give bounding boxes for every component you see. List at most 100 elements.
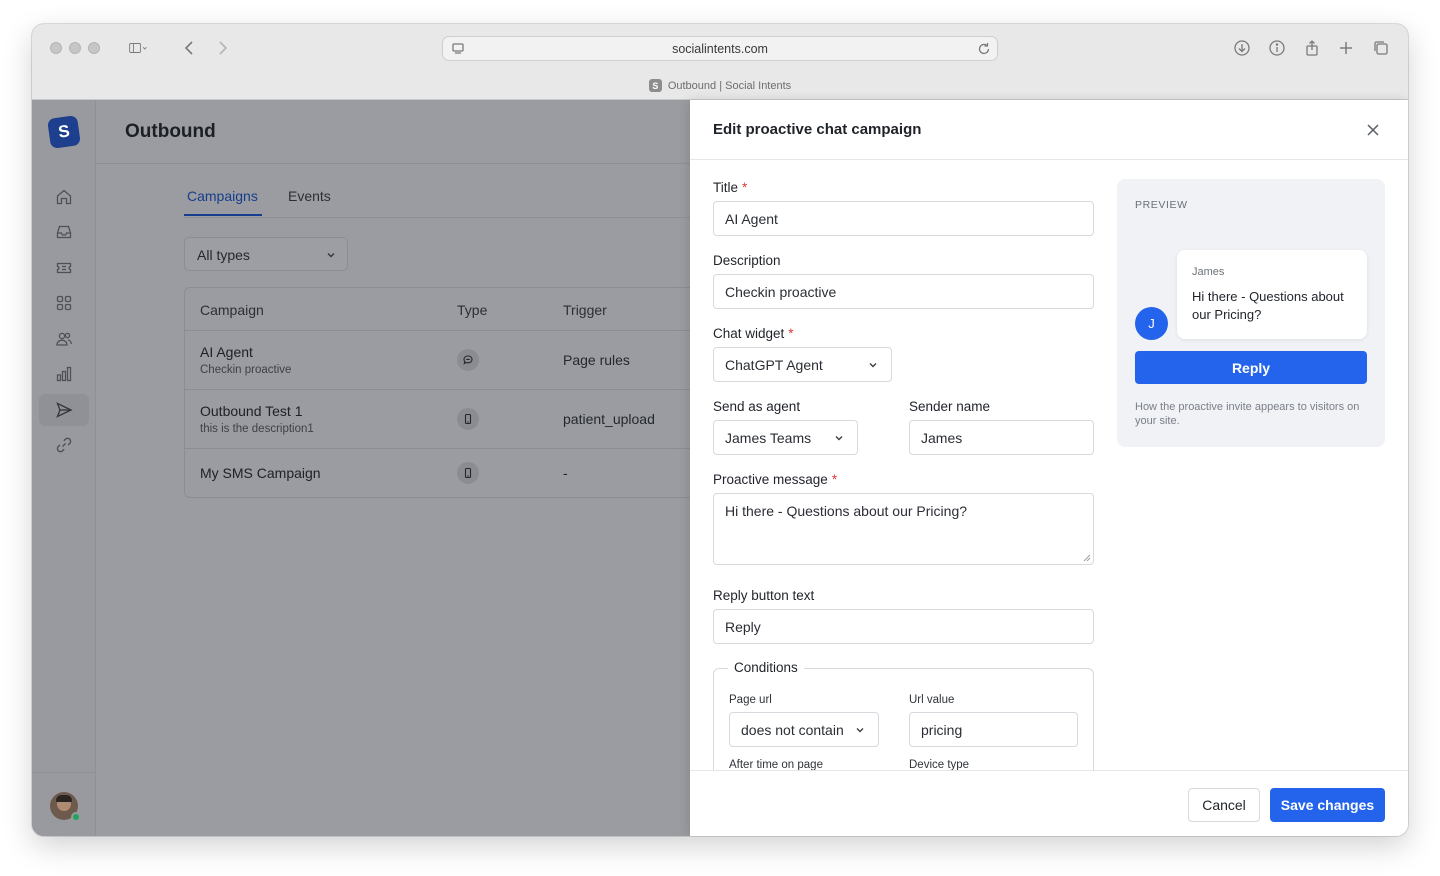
url-value-input[interactable]: pricing bbox=[909, 712, 1078, 747]
back-icon[interactable] bbox=[178, 36, 202, 60]
zoom-window-button[interactable] bbox=[88, 42, 100, 54]
chevron-down-icon bbox=[835, 436, 843, 441]
address-bar[interactable]: socialintents.com bbox=[442, 36, 998, 61]
browser-window: socialintents.com S Outbound | Social In… bbox=[32, 24, 1408, 836]
nav-apps[interactable] bbox=[39, 287, 89, 319]
active-tab[interactable]: S Outbound | Social Intents bbox=[32, 79, 1408, 92]
tabs: Campaigns Events bbox=[184, 182, 690, 218]
preview-card: PREVIEW James Hi there - Questions about… bbox=[1117, 179, 1385, 447]
preview-sender: James bbox=[1192, 266, 1225, 278]
browser-toolbar: socialintents.com S Outbound | Social In… bbox=[32, 24, 1408, 100]
chat-widget-select[interactable]: ChatGPT Agent bbox=[713, 347, 892, 382]
nav-users[interactable] bbox=[39, 323, 89, 355]
panel-header: Edit proactive chat campaign bbox=[690, 100, 1408, 160]
campaign-description: Checkin proactive bbox=[200, 364, 292, 376]
campaign-description: this is the description1 bbox=[200, 423, 314, 435]
phone-icon bbox=[457, 462, 479, 484]
title-label: Title * bbox=[713, 180, 748, 195]
tab-events[interactable]: Events bbox=[288, 188, 331, 204]
active-tab-indicator bbox=[184, 214, 262, 216]
tab-favicon-icon: S bbox=[648, 79, 662, 92]
resize-handle-icon[interactable] bbox=[1083, 554, 1091, 562]
reply-button-text-input[interactable]: Reply bbox=[713, 609, 1094, 644]
tab-overview-icon[interactable] bbox=[1369, 36, 1393, 60]
ticket-icon bbox=[56, 262, 72, 274]
panel-footer: Cancel Save changes bbox=[690, 770, 1408, 836]
table-row[interactable]: AI Agent Checkin proactive Page rules bbox=[185, 331, 690, 390]
conditions-group: Conditions Page url does not contain Url… bbox=[713, 660, 1094, 770]
column-header-type[interactable]: Type bbox=[457, 302, 487, 318]
conditions-legend: Conditions bbox=[728, 660, 804, 675]
type-filter-value: All types bbox=[197, 247, 250, 263]
phone-icon bbox=[457, 408, 479, 430]
link-icon bbox=[56, 437, 72, 453]
minimize-window-button[interactable] bbox=[69, 42, 81, 54]
campaign-name: Outbound Test 1 bbox=[200, 403, 303, 419]
downloads-icon[interactable] bbox=[1230, 36, 1254, 60]
share-icon[interactable] bbox=[1300, 36, 1324, 60]
close-icon[interactable] bbox=[1364, 121, 1382, 139]
send-as-agent-select[interactable]: James Teams bbox=[713, 420, 858, 455]
chat-widget-label: Chat widget * bbox=[713, 326, 794, 341]
save-changes-button[interactable]: Save changes bbox=[1270, 788, 1385, 822]
user-avatar[interactable] bbox=[50, 792, 81, 822]
edit-campaign-panel: Edit proactive chat campaign Title * AI A… bbox=[690, 100, 1408, 836]
home-icon bbox=[56, 189, 72, 205]
cancel-button[interactable]: Cancel bbox=[1188, 788, 1260, 822]
info-icon[interactable] bbox=[1265, 36, 1289, 60]
avatar-hair bbox=[56, 795, 72, 802]
url-text: socialintents.com bbox=[672, 42, 768, 56]
nav-outbound[interactable] bbox=[39, 394, 89, 426]
preview-message-bubble: James Hi there - Questions about our Pri… bbox=[1177, 250, 1367, 339]
type-filter-select[interactable]: All types bbox=[184, 237, 348, 271]
nav-integrations[interactable] bbox=[39, 429, 89, 461]
panel-form: Title * AI Agent Description Checkin proa… bbox=[690, 160, 1408, 770]
table-row[interactable]: Outbound Test 1 this is the description1… bbox=[185, 390, 690, 449]
proactive-message-label: Proactive message * bbox=[713, 472, 838, 487]
campaign-name: My SMS Campaign bbox=[200, 465, 321, 481]
sender-name-label: Sender name bbox=[909, 399, 991, 414]
panel-title: Edit proactive chat campaign bbox=[713, 121, 922, 138]
chevron-down-icon bbox=[856, 728, 864, 733]
nav-reports[interactable] bbox=[39, 358, 89, 390]
logo-icon[interactable]: S bbox=[47, 115, 81, 149]
title-input[interactable]: AI Agent bbox=[713, 201, 1094, 236]
tab-title-text: Outbound | Social Intents bbox=[667, 79, 792, 92]
page-url-operator-select[interactable]: does not contain bbox=[729, 712, 879, 747]
send-icon bbox=[56, 402, 73, 418]
nav-home[interactable] bbox=[39, 181, 89, 213]
reply-button-text-label: Reply button text bbox=[713, 588, 815, 603]
nav-inbox[interactable] bbox=[39, 216, 89, 248]
campaign-trigger: Page rules bbox=[563, 352, 630, 368]
after-time-label: After time on page bbox=[729, 759, 823, 770]
preview-reply-button: Reply bbox=[1135, 351, 1367, 384]
inbox-icon bbox=[56, 225, 72, 239]
preview-note: How the proactive invite appears to visi… bbox=[1135, 401, 1360, 427]
sender-name-input[interactable]: James bbox=[909, 420, 1094, 455]
new-tab-icon[interactable] bbox=[1334, 36, 1358, 60]
close-window-button[interactable] bbox=[50, 42, 62, 54]
reports-icon bbox=[56, 366, 72, 382]
chevron-down-icon bbox=[869, 363, 877, 368]
reload-icon[interactable] bbox=[975, 40, 993, 58]
preview-label: PREVIEW bbox=[1135, 199, 1188, 211]
campaigns-table: Campaign Type Trigger AI Agent Checkin p… bbox=[184, 287, 690, 498]
column-header-trigger[interactable]: Trigger bbox=[563, 302, 607, 318]
description-label: Description bbox=[713, 253, 781, 268]
description-input[interactable]: Checkin proactive bbox=[713, 274, 1094, 309]
table-row[interactable]: My SMS Campaign - bbox=[185, 449, 690, 497]
page-url-label: Page url bbox=[729, 694, 772, 706]
chat-icon bbox=[457, 349, 479, 371]
app: S Outbound Campaigns Events All types Ca… bbox=[32, 100, 1408, 836]
chevron-down-icon bbox=[327, 253, 335, 258]
sidebar-toggle-icon[interactable] bbox=[120, 36, 156, 60]
page-header: Outbound bbox=[96, 100, 690, 164]
column-header-campaign[interactable]: Campaign bbox=[200, 302, 264, 318]
proactive-message-textarea[interactable]: Hi there - Questions about our Pricing? bbox=[713, 493, 1094, 565]
campaign-name: AI Agent bbox=[200, 344, 253, 360]
outbound-page: Outbound Campaigns Events All types Camp… bbox=[96, 100, 690, 836]
nav-tickets[interactable] bbox=[39, 252, 89, 284]
tab-campaigns[interactable]: Campaigns bbox=[187, 188, 258, 204]
preview-message: Hi there - Questions about our Pricing? bbox=[1192, 289, 1344, 322]
forward-icon[interactable] bbox=[210, 36, 234, 60]
